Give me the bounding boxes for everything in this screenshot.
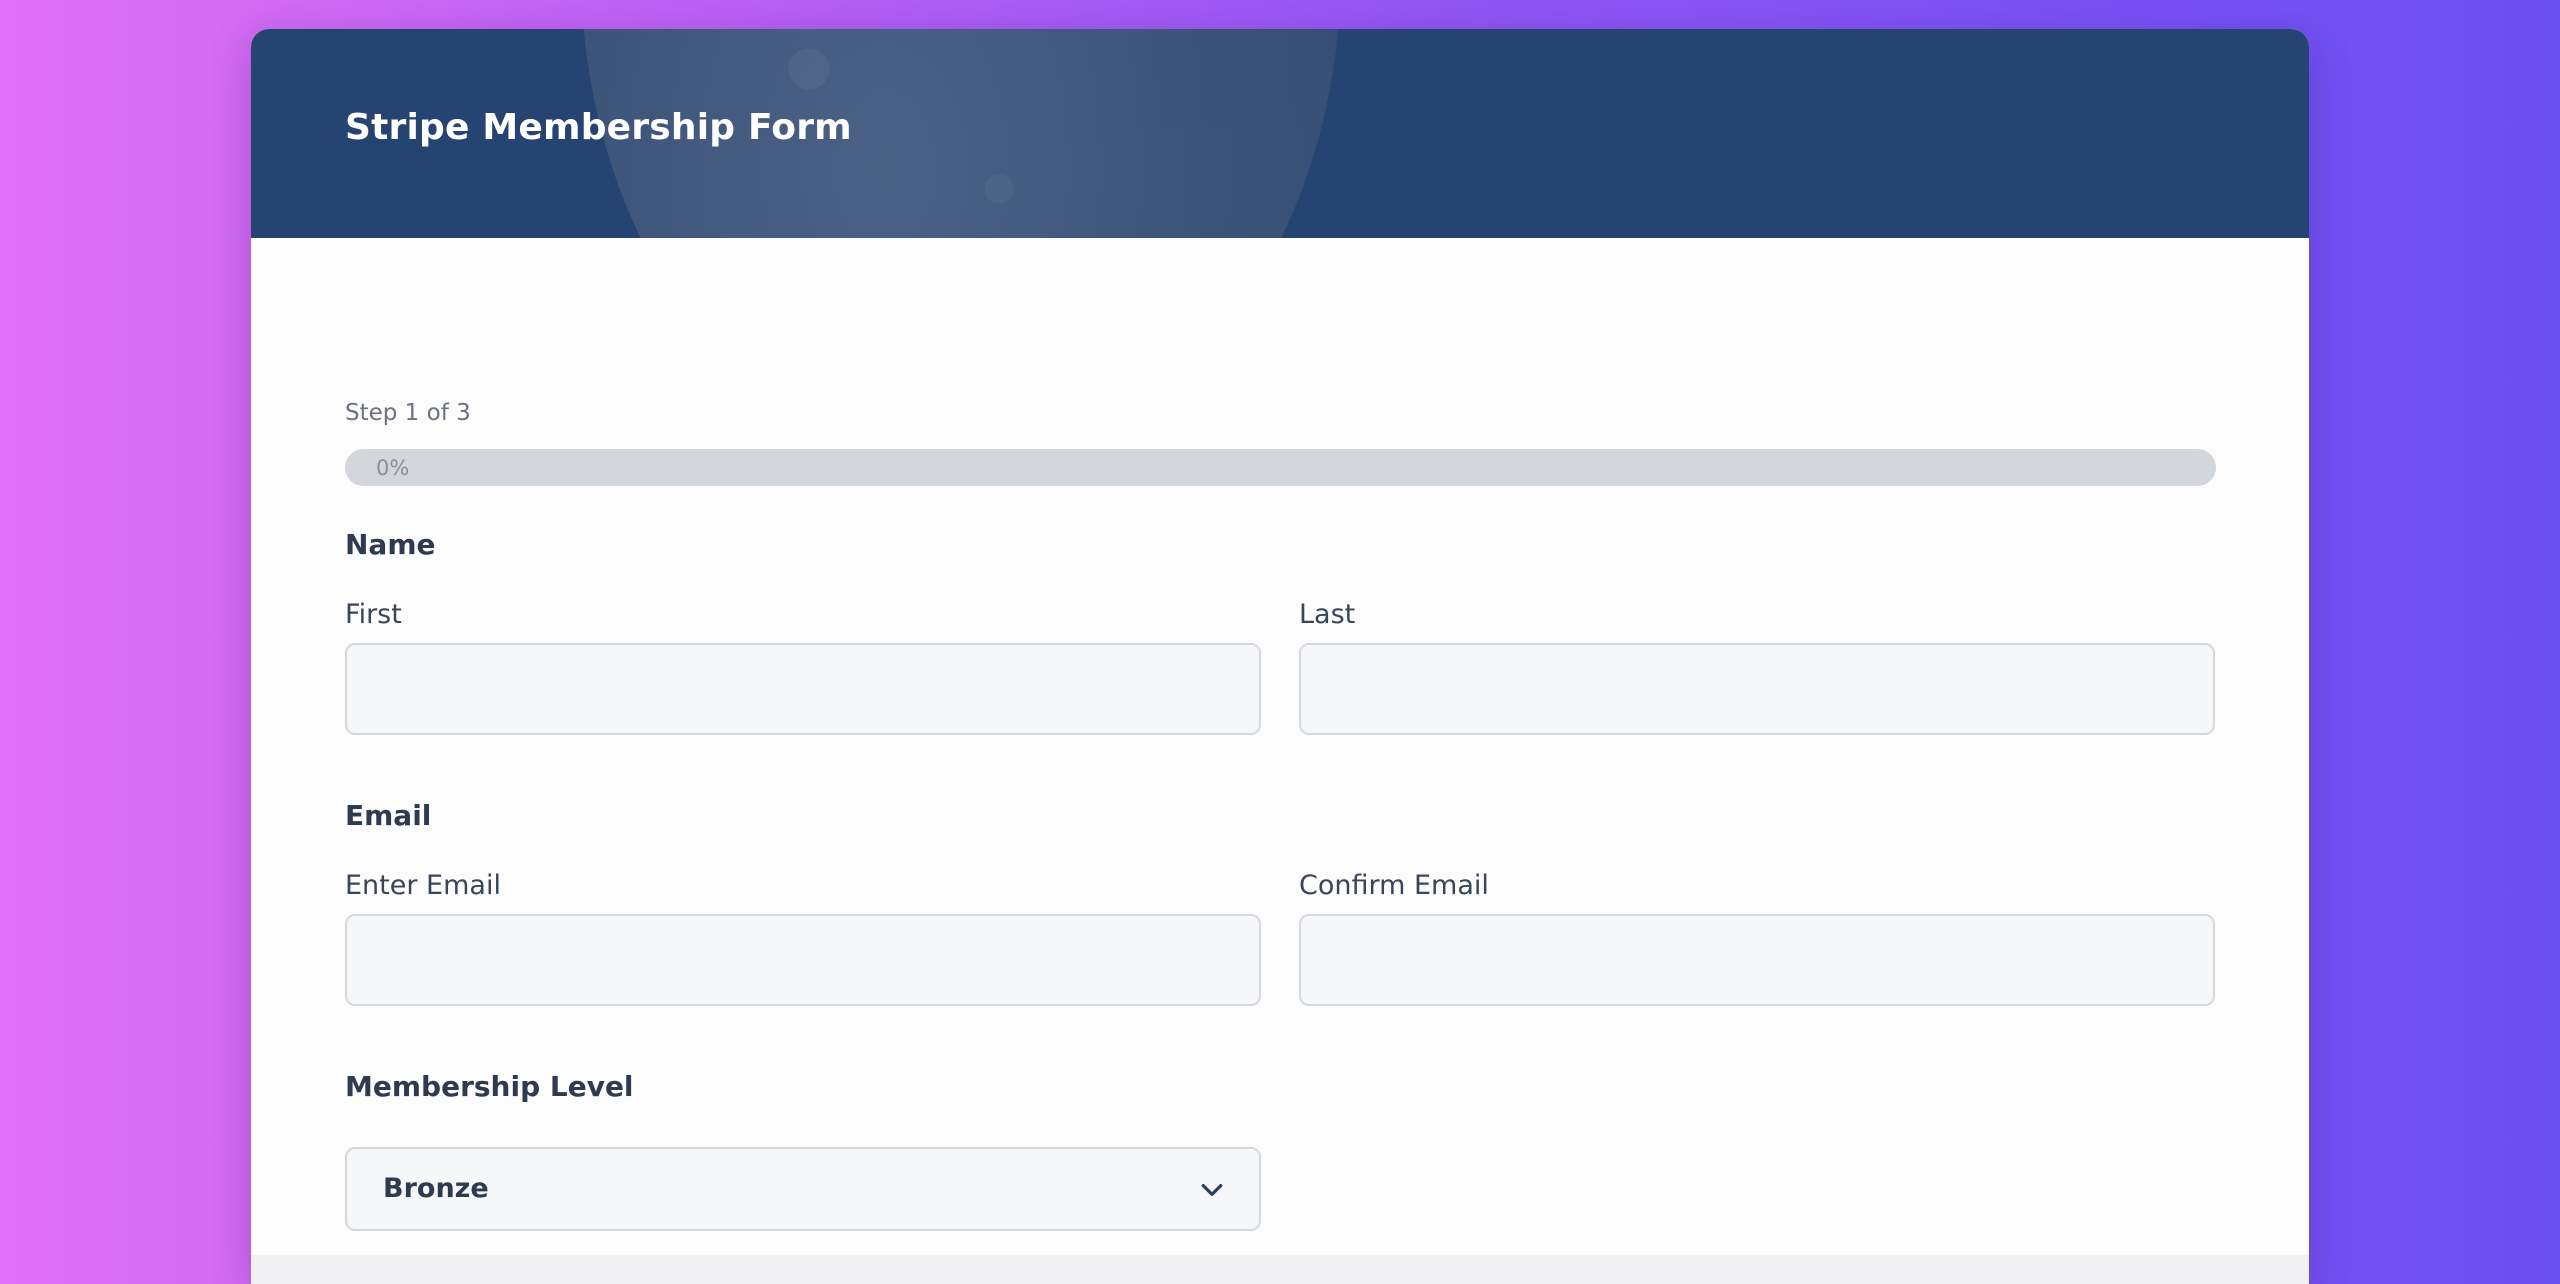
last-name-label: Last <box>1299 599 1356 630</box>
form-card: Stripe Membership Form Step 1 of 3 0% Na… <box>251 29 2309 1284</box>
progress-percent: 0% <box>376 456 410 480</box>
form-header: Stripe Membership Form <box>251 29 2309 238</box>
name-section-label: Name <box>345 528 436 561</box>
last-name-input[interactable] <box>1299 643 2215 735</box>
membership-level-value: Bronze <box>383 1173 489 1204</box>
first-name-input[interactable] <box>345 643 1261 735</box>
confirm-email-input[interactable] <box>1299 914 2215 1006</box>
confirm-email-label: Confirm Email <box>1299 870 1489 901</box>
enter-email-label: Enter Email <box>345 870 501 901</box>
form-title: Stripe Membership Form <box>345 107 852 148</box>
membership-level-label: Membership Level <box>345 1070 634 1103</box>
progress-bar: 0% <box>345 449 2216 486</box>
chevron-down-icon <box>1201 1184 1223 1196</box>
enter-email-input[interactable] <box>345 914 1261 1006</box>
email-section-label: Email <box>345 799 432 832</box>
step-indicator: Step 1 of 3 <box>345 400 471 426</box>
membership-level-select[interactable]: Bronze <box>345 1147 1261 1231</box>
footer-bar <box>251 1255 2309 1284</box>
first-name-label: First <box>345 599 402 630</box>
